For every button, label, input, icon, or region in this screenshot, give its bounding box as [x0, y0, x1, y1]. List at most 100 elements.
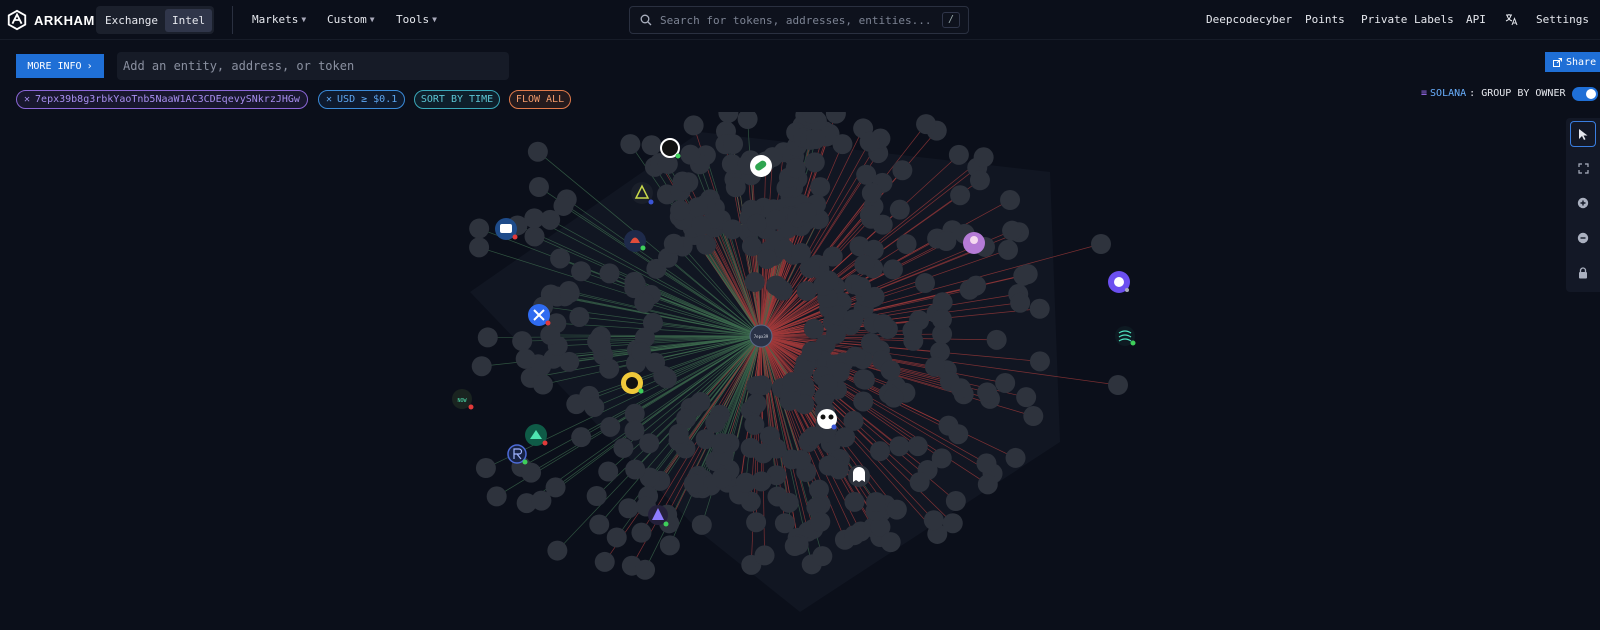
settings-link[interactable]: Settings: [1536, 13, 1589, 26]
address-node[interactable]: [659, 535, 680, 556]
address-node[interactable]: [594, 551, 615, 572]
more-info-button[interactable]: MORE INFO ›: [16, 54, 104, 78]
address-node[interactable]: [844, 525, 865, 546]
address-node[interactable]: [559, 282, 580, 303]
address-node[interactable]: [977, 474, 998, 495]
entity-node-green-mountain[interactable]: [525, 424, 548, 446]
address-node[interactable]: [853, 391, 874, 412]
address-node[interactable]: [477, 327, 498, 348]
address-node[interactable]: [902, 320, 923, 341]
address-node[interactable]: [1005, 447, 1026, 468]
address-node[interactable]: [618, 498, 639, 519]
user-account-link[interactable]: Deepcodecyber: [1206, 13, 1292, 26]
center-address-node[interactable]: 7epx39: [749, 324, 773, 348]
address-node[interactable]: [806, 128, 827, 149]
address-node[interactable]: [737, 112, 758, 130]
address-node[interactable]: [986, 329, 1007, 350]
address-node[interactable]: [613, 438, 634, 459]
address-node[interactable]: [718, 112, 739, 123]
address-node[interactable]: [1010, 292, 1031, 313]
address-node[interactable]: [547, 540, 568, 561]
address-node[interactable]: [936, 231, 957, 252]
address-node[interactable]: [545, 477, 566, 498]
address-node[interactable]: [587, 331, 608, 352]
address-node[interactable]: [923, 510, 944, 531]
address-node[interactable]: [825, 112, 846, 124]
fit-view-tool[interactable]: [1570, 155, 1596, 181]
address-node[interactable]: [909, 472, 930, 493]
group-by-owner-toggle[interactable]: [1572, 87, 1598, 101]
address-node[interactable]: [756, 249, 777, 270]
address-node[interactable]: [711, 468, 732, 489]
address-node[interactable]: [722, 219, 743, 240]
address-node[interactable]: [892, 160, 913, 181]
address-node[interactable]: [1023, 406, 1044, 427]
address-node[interactable]: [746, 512, 767, 533]
address-filter-chip[interactable]: ✕ 7epx39b8g3rbkYaoTnb5NaaW1AC3CDEqevySNk…: [16, 90, 308, 109]
address-node[interactable]: [469, 218, 490, 239]
address-node[interactable]: [746, 393, 767, 414]
close-icon[interactable]: ✕: [24, 94, 30, 105]
address-node[interactable]: [924, 356, 945, 377]
address-node[interactable]: [886, 499, 907, 520]
address-node[interactable]: [625, 459, 646, 480]
close-icon[interactable]: ✕: [326, 94, 332, 105]
address-node[interactable]: [1029, 298, 1050, 319]
address-node[interactable]: [808, 479, 829, 500]
address-node[interactable]: [620, 134, 641, 155]
address-node[interactable]: [740, 437, 761, 458]
address-node[interactable]: [744, 272, 765, 293]
address-node[interactable]: [532, 374, 553, 395]
address-node[interactable]: [550, 248, 571, 269]
address-node[interactable]: [790, 243, 811, 264]
address-node[interactable]: [624, 271, 645, 292]
address-node[interactable]: [803, 426, 824, 447]
mode-intel-button[interactable]: Intel: [164, 8, 213, 32]
usd-filter-chip[interactable]: ✕ USD ≥ $0.1: [318, 90, 405, 109]
address-node[interactable]: [521, 462, 542, 483]
address-node[interactable]: [735, 472, 756, 493]
address-node[interactable]: [1017, 264, 1038, 285]
address-node[interactable]: [810, 177, 831, 198]
address-node[interactable]: [861, 288, 882, 309]
address-node[interactable]: [969, 170, 990, 191]
address-node[interactable]: [524, 226, 545, 247]
address-node[interactable]: [873, 314, 894, 335]
address-node[interactable]: [1091, 234, 1111, 254]
address-node[interactable]: [810, 511, 831, 532]
translate-icon[interactable]: [1505, 13, 1518, 26]
global-search[interactable]: /: [629, 6, 969, 34]
address-node[interactable]: [856, 164, 877, 185]
address-node[interactable]: [950, 185, 971, 206]
sort-by-time-chip[interactable]: SORT BY TIME: [414, 90, 500, 109]
address-node[interactable]: [641, 135, 662, 156]
address-node[interactable]: [859, 131, 880, 152]
address-node[interactable]: [915, 273, 936, 294]
address-node[interactable]: [1002, 220, 1023, 241]
address-node[interactable]: [586, 486, 607, 507]
address-node[interactable]: [931, 309, 952, 330]
address-node[interactable]: [571, 261, 592, 282]
address-node[interactable]: [883, 387, 904, 408]
address-node[interactable]: [832, 134, 853, 155]
entity-node-purple-chat[interactable]: [1108, 271, 1130, 293]
address-node[interactable]: [569, 306, 590, 327]
markets-menu[interactable]: Markets ▼: [252, 13, 306, 26]
address-node[interactable]: [512, 331, 533, 352]
address-node[interactable]: [691, 215, 712, 236]
address-node[interactable]: [835, 427, 856, 448]
address-node[interactable]: [828, 459, 849, 480]
address-node[interactable]: [916, 114, 937, 135]
address-node[interactable]: [528, 177, 549, 198]
address-node[interactable]: [765, 209, 786, 230]
address-node[interactable]: [598, 461, 619, 482]
address-node[interactable]: [1016, 387, 1037, 408]
address-node[interactable]: [767, 486, 788, 507]
address-node[interactable]: [801, 341, 822, 362]
address-node[interactable]: [606, 527, 627, 548]
address-node[interactable]: [896, 234, 917, 255]
address-node[interactable]: [584, 397, 605, 418]
address-node[interactable]: [645, 352, 666, 373]
share-button[interactable]: Share: [1545, 52, 1600, 72]
entity-node-bird[interactable]: [624, 230, 646, 252]
